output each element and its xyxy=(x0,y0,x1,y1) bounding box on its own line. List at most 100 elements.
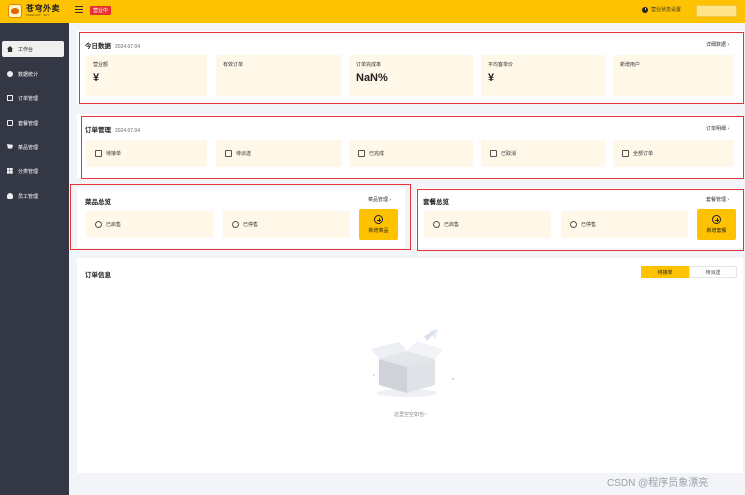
setmeal-icon xyxy=(7,120,13,126)
sidebar-item-label: 套餐管理 xyxy=(18,120,39,127)
setmeals-overview-title: 套餐总览 xyxy=(423,199,449,206)
stat-label: 有效订单 xyxy=(223,62,244,68)
dish-off-sale-label: 已停售 xyxy=(243,222,259,228)
tab-to-deliver[interactable]: 待派送 xyxy=(689,266,737,278)
order-card-label: 已取消 xyxy=(501,151,517,157)
order-icon xyxy=(7,95,13,101)
detail-data-label: 详细数据 xyxy=(706,42,727,48)
tag-off-icon xyxy=(232,221,239,228)
empty-box-illustration xyxy=(371,329,455,397)
logo-subtitle: TAKE OUT · SKY xyxy=(26,13,50,17)
tab-pending[interactable]: 待接单 xyxy=(641,266,689,278)
decor-dot xyxy=(373,374,375,376)
detail-data-link[interactable]: 详细数据 › xyxy=(706,41,729,48)
dishes-overview-title: 菜品总览 xyxy=(85,199,111,206)
sidebar-item-label: 员工管理 xyxy=(18,193,39,200)
order-card-pending[interactable]: 待接单 xyxy=(86,140,207,167)
order-info-title: 订单信息 xyxy=(85,272,111,279)
stat-card-revenue: 营业额 ¥ xyxy=(86,55,207,96)
completed-order-icon xyxy=(358,150,365,157)
chevron-right-icon: › xyxy=(389,197,392,203)
orders-title-text: 订单管理 xyxy=(85,127,111,134)
top-bar: 苍穹外卖 TAKE OUT · SKY 营业中 营业状态设置 xyxy=(0,0,745,23)
setmeal-off-sale-label: 已停售 xyxy=(581,222,597,228)
stat-card-completion-rate: 订单完成率 NaN% xyxy=(349,55,473,96)
menu-toggle-icon[interactable] xyxy=(75,6,83,14)
stat-label: 营业额 xyxy=(93,62,109,68)
user-menu-dropdown[interactable] xyxy=(696,5,737,17)
sidebar: 工作台 数据统计 订单管理 套餐管理 菜品管理 分类管理 员工管理 xyxy=(0,23,69,495)
stat-value: ¥ xyxy=(488,72,495,84)
plus-circle-icon xyxy=(374,215,383,224)
stat-card-new-users: 新增用户 xyxy=(613,55,734,96)
sidebar-item-employees[interactable]: 员工管理 xyxy=(2,188,64,204)
sidebar-item-categories[interactable]: 分类管理 xyxy=(2,163,64,179)
sidebar-item-label: 分类管理 xyxy=(18,168,39,175)
app-logo: 苍穹外卖 TAKE OUT · SKY xyxy=(8,4,60,18)
sidebar-item-label: 订单管理 xyxy=(18,95,39,102)
dish-management-link[interactable]: 菜品管理 › xyxy=(368,196,391,203)
clock-icon xyxy=(642,6,648,13)
setmeal-management-link[interactable]: 套餐管理 › xyxy=(706,196,729,203)
dish-icon xyxy=(7,144,13,149)
dish-off-sale-card: 已停售 xyxy=(223,211,350,238)
shop-status-setting-button[interactable]: 营业状态设置 xyxy=(642,6,681,13)
employee-icon xyxy=(7,193,13,199)
delivery-icon xyxy=(225,150,232,157)
sidebar-item-statistics[interactable]: 数据统计 xyxy=(2,66,64,82)
plus-circle-icon xyxy=(712,215,721,224)
stat-label: 新增用户 xyxy=(620,62,641,68)
stat-label: 平均客单价 xyxy=(488,62,514,68)
sidebar-item-label: 工作台 xyxy=(18,46,34,53)
add-dish-label: 新增菜品 xyxy=(368,228,389,234)
today-title-text: 今日数据 xyxy=(85,43,111,50)
order-card-label: 全部订单 xyxy=(633,151,654,157)
chevron-right-icon: › xyxy=(727,126,730,132)
sidebar-item-dishes[interactable]: 菜品管理 xyxy=(2,139,64,155)
orders-date: 2024.07.04 xyxy=(115,128,141,134)
stat-value: ¥ xyxy=(93,72,100,84)
dish-management-label: 菜品管理 xyxy=(368,197,389,203)
logo-icon xyxy=(8,4,22,18)
order-card-all[interactable]: 全部订单 xyxy=(613,140,734,167)
setmeal-management-label: 套餐管理 xyxy=(706,197,727,203)
watermark: CSDN @程序员象漂亮 xyxy=(607,478,709,489)
tag-icon xyxy=(95,221,102,228)
today-date: 2024.07.04 xyxy=(115,44,141,50)
add-dish-button[interactable]: 新增菜品 xyxy=(359,209,398,240)
order-management-title: 订单管理 2024.07.04 xyxy=(85,124,140,134)
category-icon xyxy=(7,168,13,174)
dish-on-sale-label: 已启售 xyxy=(106,222,122,228)
sidebar-item-orders[interactable]: 订单管理 xyxy=(2,90,64,106)
setmeal-on-sale-card: 已启售 xyxy=(424,211,551,238)
sidebar-item-workbench[interactable]: 工作台 xyxy=(2,41,64,57)
status-badge: 营业中 xyxy=(90,6,112,15)
chevron-right-icon: › xyxy=(727,197,730,203)
add-setmeal-button[interactable]: 新增套餐 xyxy=(697,209,736,240)
all-orders-icon xyxy=(622,150,629,157)
sidebar-item-label: 数据统计 xyxy=(18,71,39,78)
setmeal-on-sale-label: 已启售 xyxy=(444,222,460,228)
order-detail-label: 订单明细 xyxy=(706,126,727,132)
add-setmeal-label: 新增套餐 xyxy=(706,228,727,234)
order-card-to-deliver[interactable]: 待派送 xyxy=(216,140,342,167)
order-card-label: 已完成 xyxy=(369,151,385,157)
setmeal-off-sale-card: 已停售 xyxy=(561,211,688,238)
order-card-label: 待接单 xyxy=(106,151,122,157)
order-detail-link[interactable]: 订单明细 › xyxy=(706,125,729,132)
chevron-right-icon: › xyxy=(727,42,730,48)
chart-icon xyxy=(7,71,13,77)
decor-dot xyxy=(451,377,455,381)
home-icon xyxy=(7,46,13,52)
stat-label: 订单完成率 xyxy=(356,62,382,68)
order-card-completed[interactable]: 已完成 xyxy=(349,140,473,167)
sidebar-item-setmeals[interactable]: 套餐管理 xyxy=(2,115,64,131)
shop-status-setting-label: 营业状态设置 xyxy=(651,7,682,13)
logo-title: 苍穹外卖 xyxy=(26,4,60,13)
empty-state-text: 这里空空如也~ xyxy=(394,412,427,418)
cancelled-order-icon xyxy=(490,150,497,157)
stat-card-valid-orders: 有效订单 xyxy=(216,55,342,96)
tag-icon xyxy=(433,221,440,228)
dish-on-sale-card: 已启售 xyxy=(86,211,213,238)
order-card-cancelled[interactable]: 已取消 xyxy=(481,140,605,167)
